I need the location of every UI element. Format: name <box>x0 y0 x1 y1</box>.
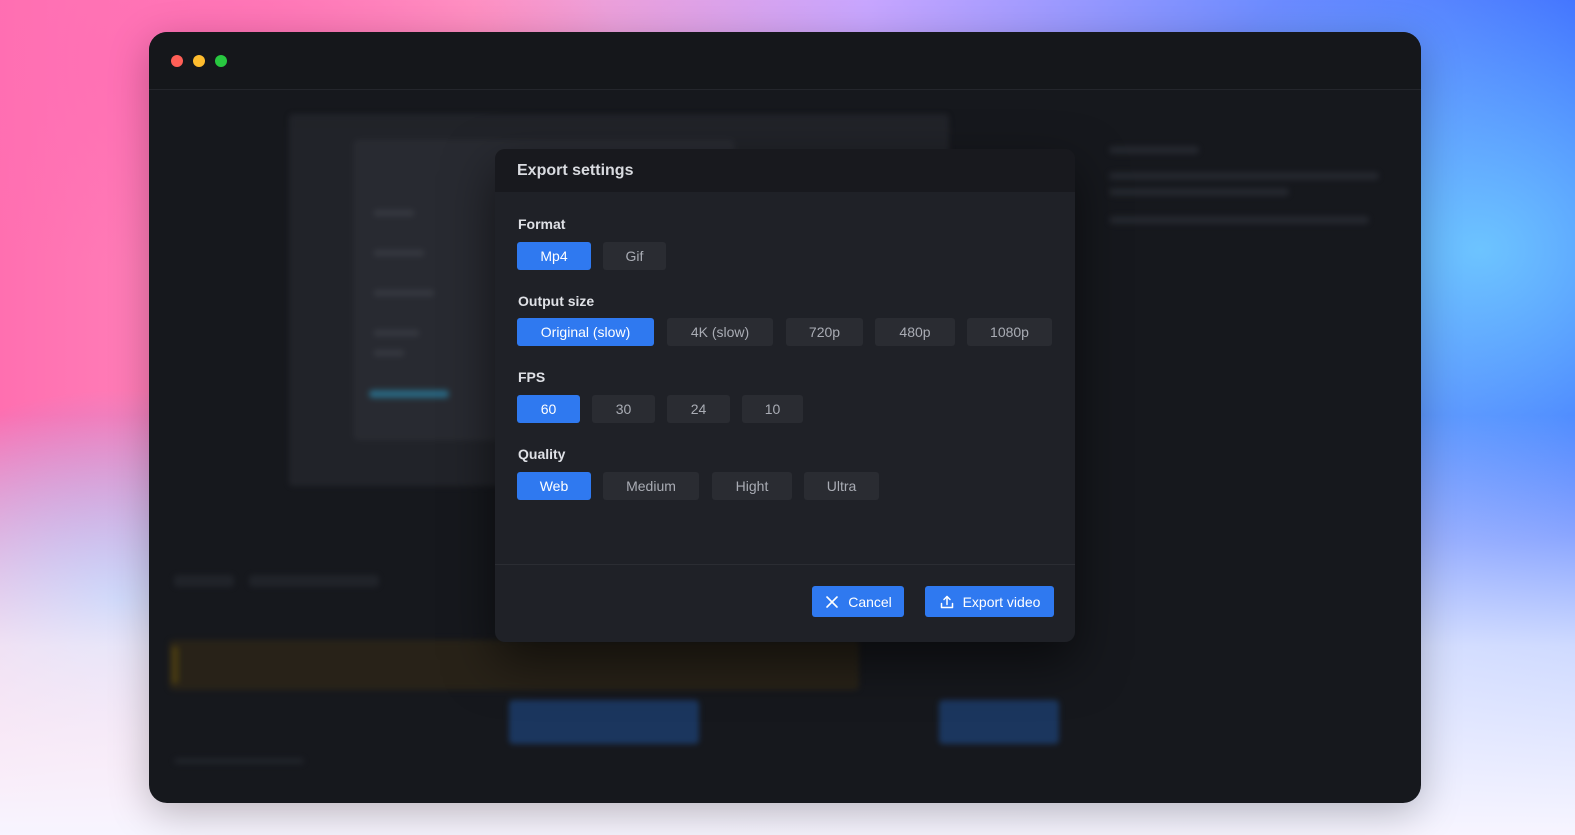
format-option-gif[interactable]: Gif <box>603 242 666 270</box>
output-size-option-original[interactable]: Original (slow) <box>517 318 654 346</box>
output-size-label: Output size <box>518 293 595 309</box>
minimize-window-button[interactable] <box>193 55 205 67</box>
background-line <box>1109 146 1199 154</box>
quality-option-hight[interactable]: Hight <box>712 472 792 500</box>
close-icon <box>824 594 840 610</box>
dialog-title: Export settings <box>517 162 634 179</box>
background-line <box>374 290 434 296</box>
format-label: Format <box>518 216 566 232</box>
background-accent <box>369 390 449 398</box>
background-line <box>374 250 424 256</box>
background-line <box>174 758 304 764</box>
dialog-header: Export settings <box>495 149 1075 192</box>
background-line <box>374 210 414 216</box>
background-line <box>1109 188 1289 196</box>
quality-option-web[interactable]: Web <box>517 472 591 500</box>
output-size-option-480p[interactable]: 480p <box>875 318 955 346</box>
export-video-button-label: Export video <box>962 593 1041 610</box>
fps-option-24[interactable]: 24 <box>667 395 730 423</box>
background-line <box>1109 216 1369 224</box>
fps-label: FPS <box>518 369 546 385</box>
background-timeline-clip <box>939 700 1059 744</box>
output-size-option-4k[interactable]: 4K (slow) <box>667 318 773 346</box>
quality-option-medium[interactable]: Medium <box>603 472 699 500</box>
background-line <box>174 575 234 587</box>
format-option-mp4[interactable]: Mp4 <box>517 242 591 270</box>
fps-option-30[interactable]: 30 <box>592 395 655 423</box>
output-size-option-1080p[interactable]: 1080p <box>967 318 1052 346</box>
upload-icon <box>939 594 955 610</box>
cancel-button-label: Cancel <box>848 593 892 610</box>
fps-option-10[interactable]: 10 <box>742 395 803 423</box>
background-timeline-handle <box>171 646 179 684</box>
export-settings-dialog: Export settings Format Mp4 Gif Output si… <box>495 149 1075 642</box>
close-window-button[interactable] <box>171 55 183 67</box>
background-timeline-clip <box>509 700 699 744</box>
title-bar <box>149 32 1421 90</box>
export-video-button[interactable]: Export video <box>925 586 1054 617</box>
fps-option-60[interactable]: 60 <box>517 395 580 423</box>
background-line <box>374 330 419 336</box>
background-line <box>1109 172 1379 180</box>
background-line <box>374 350 404 356</box>
cancel-button[interactable]: Cancel <box>812 586 904 617</box>
background-line <box>249 575 379 587</box>
zoom-window-button[interactable] <box>215 55 227 67</box>
background-timeline <box>169 640 859 690</box>
output-size-option-720p[interactable]: 720p <box>786 318 863 346</box>
dialog-footer-divider <box>495 564 1075 565</box>
quality-label: Quality <box>518 446 566 462</box>
quality-option-ultra[interactable]: Ultra <box>804 472 879 500</box>
